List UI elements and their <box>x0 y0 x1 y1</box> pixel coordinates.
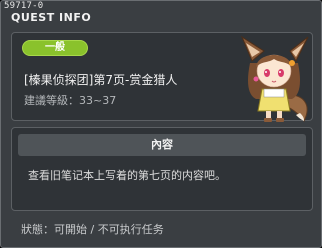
quest-info-window: 59717-0 QUEST INFO 一般 [榛果侦探团]第7页-赏金猎人 建議… <box>0 0 322 248</box>
content-header: 內容 <box>18 134 306 156</box>
quest-name: [榛果侦探团]第7页-赏金猎人 <box>24 73 178 87</box>
window-id: 59717-0 <box>4 1 44 11</box>
npc-fox-girl-portrait <box>240 35 309 122</box>
quest-category-badge: 一般 <box>22 40 88 56</box>
quest-status: 狀態：可開始 / 不可执行任务 <box>21 223 164 236</box>
content-text: 查看旧笔记本上写着的第七页的内容吧。 <box>28 169 226 182</box>
quest-header-panel: 一般 [榛果侦探团]第7页-赏金猎人 建議等級：33~37 <box>11 32 313 122</box>
quest-content-panel: 內容 查看旧笔记本上写着的第七页的内容吧。 <box>11 127 313 211</box>
window-title: QUEST INFO <box>11 11 92 24</box>
quest-recommended-level: 建議等級：33~37 <box>24 94 117 107</box>
